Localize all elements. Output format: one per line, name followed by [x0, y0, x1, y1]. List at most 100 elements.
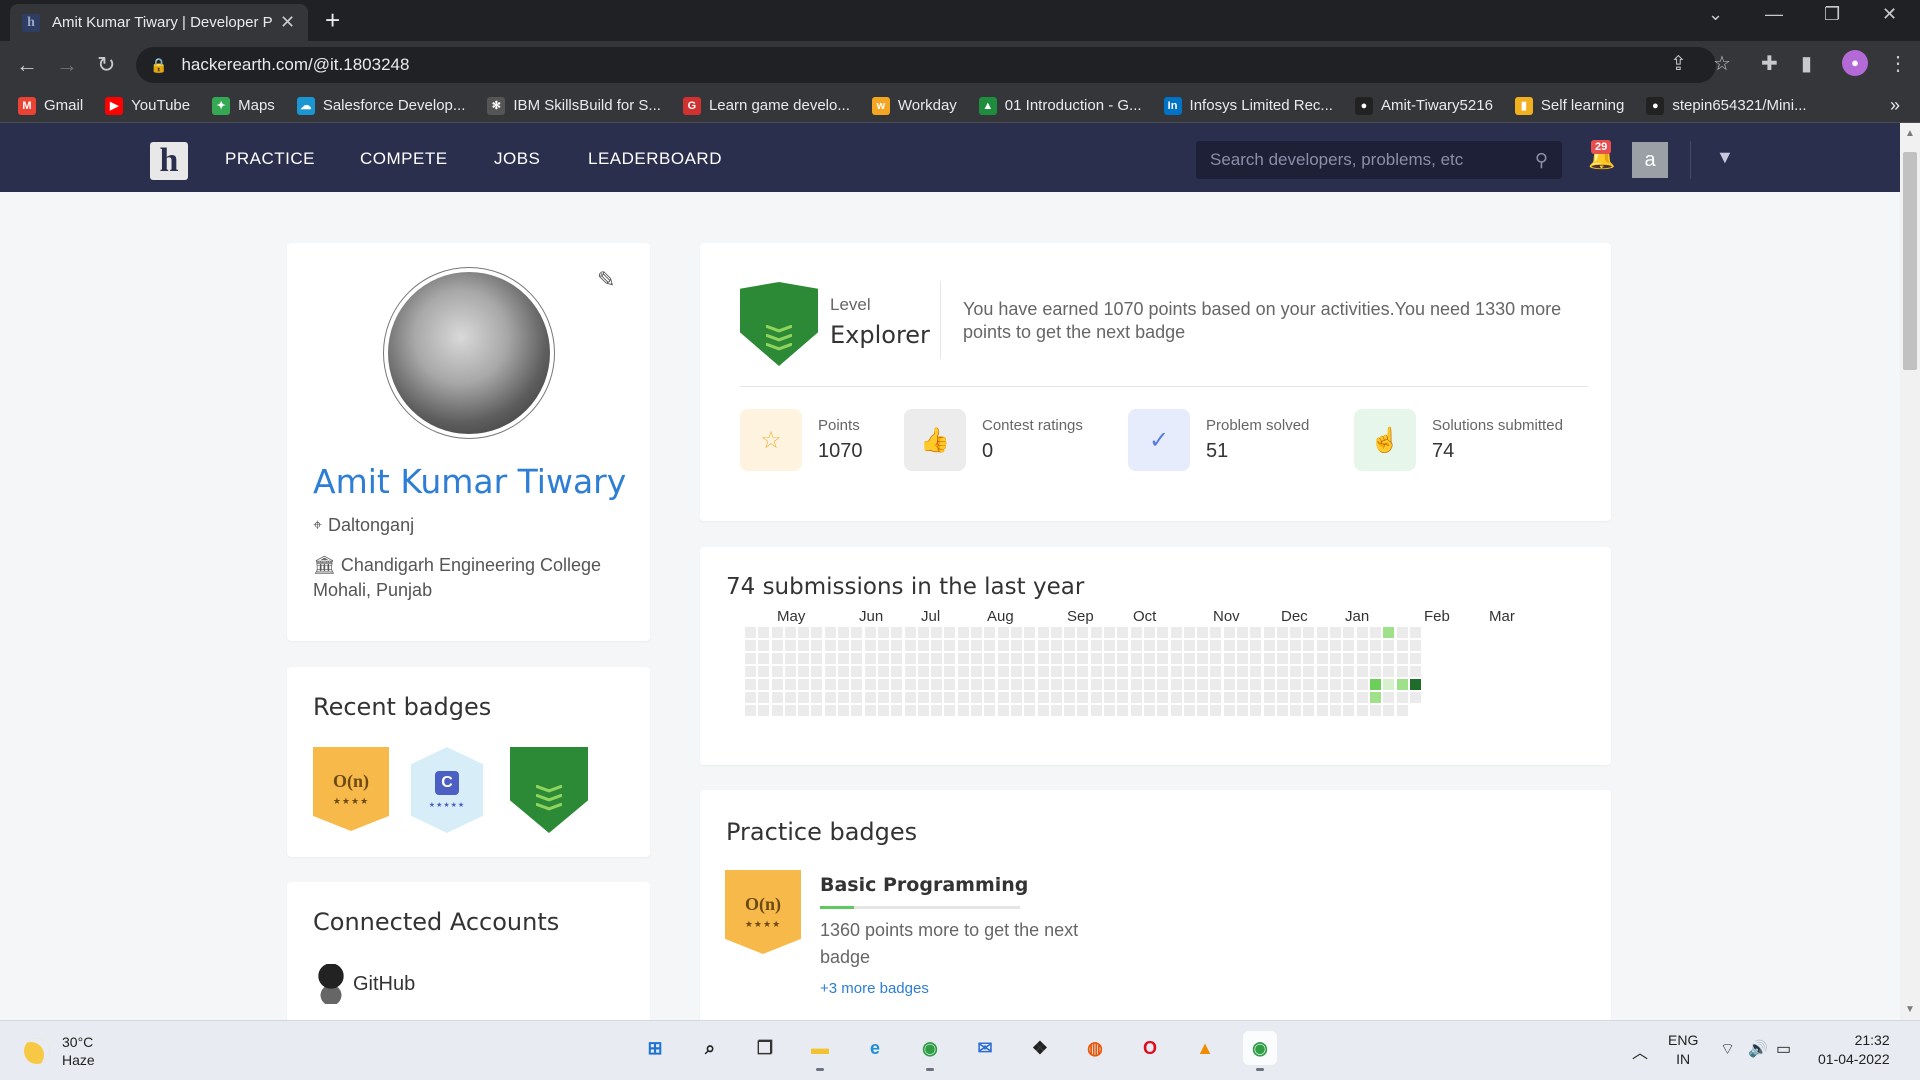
- heatmap-cell[interactable]: [811, 653, 823, 664]
- heatmap-cell[interactable]: [1316, 666, 1328, 677]
- heatmap-cell[interactable]: [1130, 653, 1142, 664]
- heatmap-cell[interactable]: [1050, 640, 1062, 651]
- heatmap-cell[interactable]: [1330, 666, 1342, 677]
- heatmap-cell[interactable]: [1064, 666, 1076, 677]
- back-icon[interactable]: ←: [16, 52, 38, 78]
- heatmap-cell[interactable]: [1010, 692, 1022, 703]
- heatmap-cell[interactable]: [1383, 705, 1395, 716]
- heatmap-cell[interactable]: [877, 692, 889, 703]
- heatmap-cell[interactable]: [1183, 627, 1195, 638]
- weather-widget[interactable]: 30°C Haze: [24, 1033, 95, 1069]
- heatmap-cell[interactable]: [1250, 679, 1262, 690]
- heatmap-cell[interactable]: [891, 666, 903, 677]
- heatmap-cell[interactable]: [798, 692, 810, 703]
- heatmap-cell[interactable]: [811, 627, 823, 638]
- heatmap-cell[interactable]: [1197, 653, 1209, 664]
- heatmap-cell[interactable]: [1210, 666, 1222, 677]
- heatmap-cell[interactable]: [811, 692, 823, 703]
- tab-search-chevron-icon[interactable]: ⌄: [1708, 4, 1723, 25]
- heatmap-cell[interactable]: [917, 692, 929, 703]
- heatmap-cell[interactable]: [1130, 692, 1142, 703]
- heatmap-cell[interactable]: [1290, 705, 1302, 716]
- heatmap-cell[interactable]: [1117, 705, 1129, 716]
- heatmap-cell[interactable]: [1143, 627, 1155, 638]
- bookmark-item[interactable]: ● Amit-Tiwary5216: [1354, 96, 1493, 115]
- heatmap-cell[interactable]: [984, 705, 996, 716]
- heatmap-cell[interactable]: [1024, 666, 1036, 677]
- heatmap-cell[interactable]: [984, 640, 996, 651]
- heatmap-cell[interactable]: [824, 653, 836, 664]
- site-search-input[interactable]: [1210, 150, 1535, 170]
- heatmap-cell[interactable]: [838, 679, 850, 690]
- heatmap-cell[interactable]: [917, 640, 929, 651]
- user-avatar[interactable]: a: [1632, 142, 1668, 178]
- bookmark-item[interactable]: ▲ 01 Introduction - G...: [978, 96, 1142, 115]
- bookmark-item[interactable]: In Infosys Limited Rec...: [1163, 96, 1333, 115]
- heatmap-cell[interactable]: [1276, 640, 1288, 651]
- heatmap-cell[interactable]: [971, 679, 983, 690]
- heatmap-cell[interactable]: [811, 705, 823, 716]
- heatmap-cell[interactable]: [1250, 640, 1262, 651]
- heatmap-cell[interactable]: [1263, 666, 1275, 677]
- heatmap-cell[interactable]: [838, 692, 850, 703]
- heatmap-cell[interactable]: [1210, 627, 1222, 638]
- minimize-icon[interactable]: —: [1765, 4, 1783, 25]
- heatmap-cell[interactable]: [971, 692, 983, 703]
- heatmap-cell[interactable]: [1037, 640, 1049, 651]
- heatmap-cell[interactable]: [1236, 627, 1248, 638]
- heatmap-cell[interactable]: [1263, 653, 1275, 664]
- badge-explorer-green[interactable]: [510, 747, 588, 833]
- heatmap-cell[interactable]: [1290, 679, 1302, 690]
- heatmap-cell[interactable]: [838, 705, 850, 716]
- heatmap-cell[interactable]: [957, 705, 969, 716]
- heatmap-cell[interactable]: [1236, 640, 1248, 651]
- heatmap-cell[interactable]: [771, 692, 783, 703]
- heatmap-cell[interactable]: [771, 640, 783, 651]
- bookmark-item[interactable]: ✻ IBM SkillsBuild for S...: [487, 96, 661, 115]
- heatmap-cell[interactable]: [1250, 692, 1262, 703]
- url-text[interactable]: hackerearth.com/@it.1803248: [181, 55, 409, 75]
- heatmap-cell[interactable]: [1356, 705, 1368, 716]
- heatmap-cell[interactable]: [758, 627, 770, 638]
- heatmap-cell[interactable]: [771, 666, 783, 677]
- heatmap-cell[interactable]: [1210, 679, 1222, 690]
- heatmap-cell[interactable]: [864, 666, 876, 677]
- heatmap-cell[interactable]: [904, 627, 916, 638]
- heatmap-cell[interactable]: [1303, 679, 1315, 690]
- heatmap-cell[interactable]: [944, 627, 956, 638]
- heatmap-cell[interactable]: [1223, 640, 1235, 651]
- chrome-menu-icon[interactable]: ⋮: [1888, 51, 1908, 76]
- heatmap-cell[interactable]: [1090, 666, 1102, 677]
- heatmap-cell[interactable]: [1223, 705, 1235, 716]
- show-hidden-icons-icon[interactable]: ︿: [1632, 1039, 1648, 1063]
- heatmap-cell[interactable]: [1117, 640, 1129, 651]
- heatmap-cell[interactable]: [891, 679, 903, 690]
- heatmap-cell[interactable]: [1236, 666, 1248, 677]
- bookmarks-overflow-icon[interactable]: »: [1890, 95, 1900, 116]
- heatmap-cell[interactable]: [1197, 692, 1209, 703]
- heatmap-cell[interactable]: [877, 666, 889, 677]
- heatmap-cell[interactable]: [931, 705, 943, 716]
- heatmap-cell[interactable]: [1276, 679, 1288, 690]
- heatmap-cell[interactable]: [1024, 679, 1036, 690]
- heatmap-cell[interactable]: [1010, 640, 1022, 651]
- heatmap-cell[interactable]: [784, 653, 796, 664]
- heatmap-cell[interactable]: [1157, 705, 1169, 716]
- badge-c-language[interactable]: C ★★★★★: [411, 747, 483, 833]
- heatmap-cell[interactable]: [851, 705, 863, 716]
- heatmap-cell[interactable]: [1383, 666, 1395, 677]
- scroll-up-arrow-icon[interactable]: ▲: [1905, 128, 1915, 139]
- new-tab-icon[interactable]: +: [325, 6, 340, 34]
- heatmap-cell[interactable]: [877, 640, 889, 651]
- heatmap-cell[interactable]: [1143, 666, 1155, 677]
- heatmap-cell[interactable]: [1276, 627, 1288, 638]
- heatmap-cell[interactable]: [1316, 627, 1328, 638]
- heatmap-cell[interactable]: [1050, 705, 1062, 716]
- heatmap-cell[interactable]: [1064, 679, 1076, 690]
- task-view-icon[interactable]: ❐: [748, 1031, 782, 1065]
- heatmap-cell[interactable]: [1316, 692, 1328, 703]
- heatmap-cell[interactable]: [758, 705, 770, 716]
- heatmap-cell[interactable]: [1170, 653, 1182, 664]
- heatmap-cell[interactable]: [1010, 627, 1022, 638]
- heatmap-cell[interactable]: [798, 627, 810, 638]
